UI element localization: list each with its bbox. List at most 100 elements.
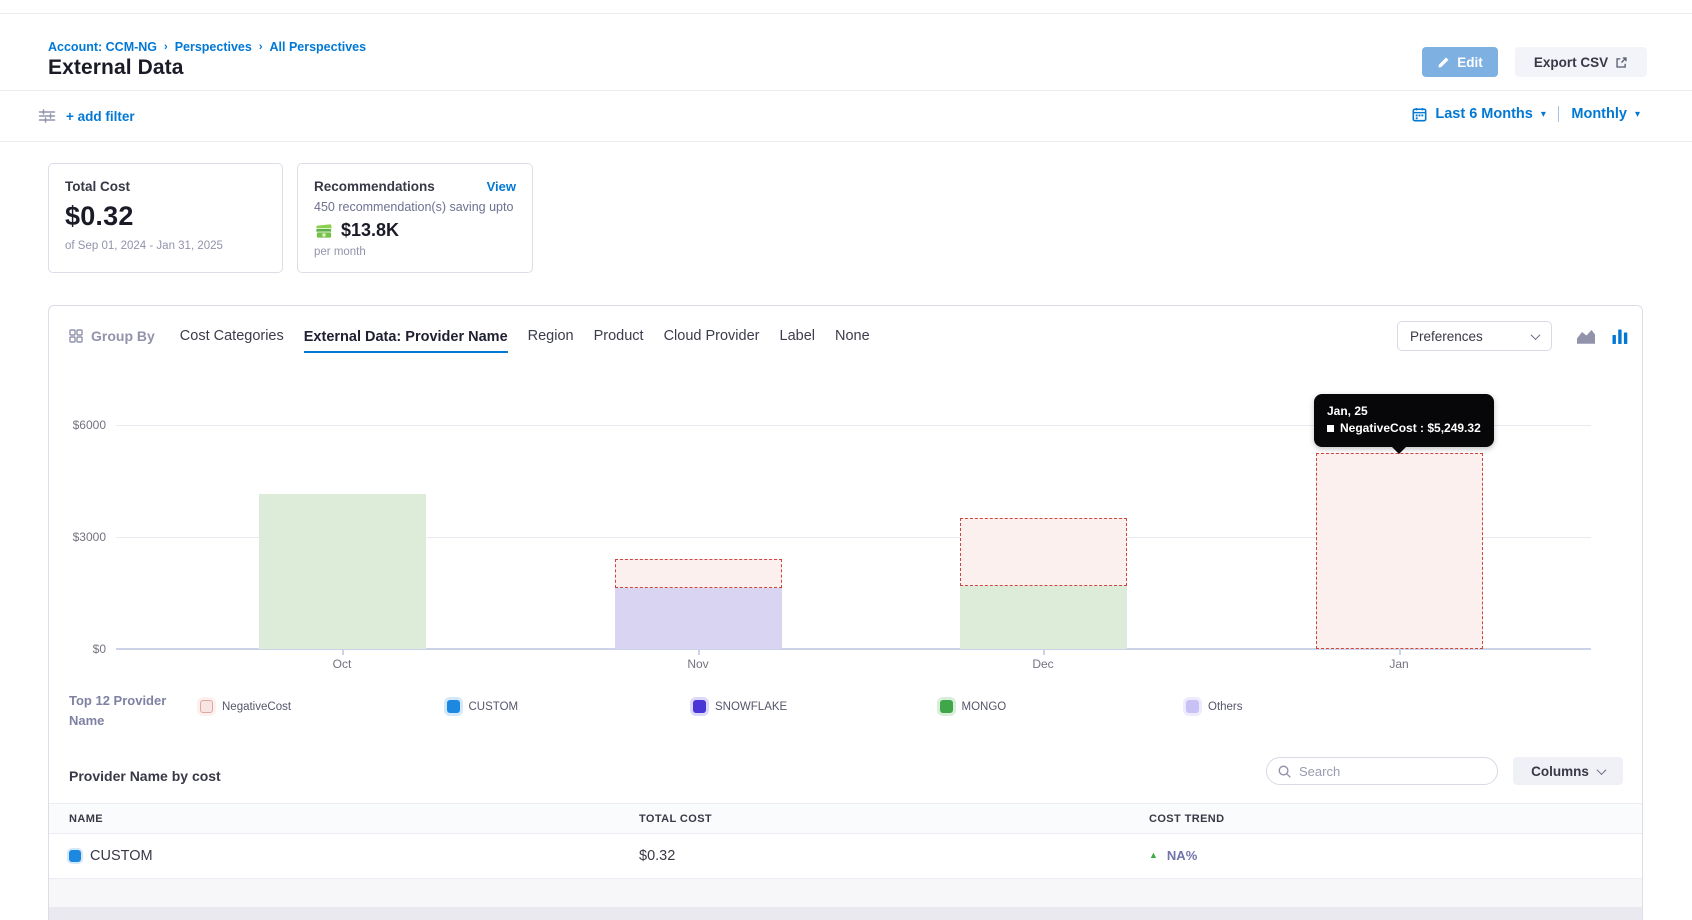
- x-axis-tick: [1399, 649, 1401, 655]
- series-swatch-snowflake: [693, 700, 706, 713]
- legend-item-others[interactable]: Others: [1186, 700, 1243, 713]
- bar-segment-mongo-dec[interactable]: [960, 586, 1127, 649]
- chart-tooltip: Jan, 25 NegativeCost : $5,249.32: [1314, 394, 1494, 447]
- search-input[interactable]: [1266, 757, 1498, 785]
- x-axis-label: Jan: [1359, 657, 1439, 671]
- time-range-dropdown[interactable]: Last 6 Months ▾: [1412, 106, 1546, 122]
- total-cost-label: Total Cost: [65, 179, 266, 194]
- columns-button[interactable]: Columns: [1513, 757, 1623, 785]
- group-by-label: Group By: [91, 328, 155, 344]
- recommendations-subtitle: 450 recommendation(s) saving upto: [314, 200, 516, 214]
- tooltip-title: Jan, 25: [1327, 403, 1481, 420]
- column-header-name[interactable]: NAME: [69, 813, 103, 825]
- group-by-icon: [69, 329, 83, 343]
- y-axis-label: $3000: [52, 530, 106, 544]
- chevron-down-icon: [1531, 330, 1541, 340]
- legend-title: Top 12 Provider Name: [69, 691, 181, 731]
- x-axis-tick: [698, 649, 700, 655]
- bar-oct: [259, 384, 426, 649]
- total-cost-value: $0.32: [65, 201, 266, 232]
- table-title: Provider Name by cost: [69, 768, 221, 784]
- y-axis-label: $6000: [52, 418, 106, 432]
- page-title: External Data: [48, 56, 184, 80]
- legend-label: SNOWFLAKE: [715, 701, 787, 713]
- perspective-page: Account: CCM-NG›Perspectives›All Perspec…: [0, 0, 1692, 920]
- group-by-row: Group By Cost Categories External Data: P…: [69, 318, 1628, 354]
- header-divider: [0, 90, 1692, 91]
- breadcrumb-item-account-ccm-ng[interactable]: Account: CCM-NG: [48, 40, 157, 54]
- table-header-row: NAME TOTAL COST COST TREND: [49, 803, 1642, 834]
- row-name-label: CUSTOM: [90, 848, 153, 864]
- bar-segment-negativecost-jan[interactable]: [1316, 453, 1483, 649]
- groupby-tab-external-data-provider-name[interactable]: External Data: Provider Name: [304, 320, 508, 353]
- table-bottom-strip: [49, 907, 1642, 920]
- y-axis-label: $0: [52, 642, 106, 656]
- columns-label: Columns: [1531, 764, 1589, 779]
- bar-segment-negativecost-nov[interactable]: [615, 559, 782, 588]
- top-divider: [0, 13, 1692, 14]
- area-chart-icon[interactable]: [1576, 329, 1596, 344]
- groupby-tab-label[interactable]: Label: [780, 319, 815, 353]
- preferences-dropdown[interactable]: Preferences: [1397, 321, 1552, 351]
- legend-item-negativecost[interactable]: NegativeCost: [200, 700, 291, 713]
- chevron-down-icon: ▾: [1541, 108, 1546, 120]
- bar-segment-others-nov[interactable]: [615, 588, 782, 649]
- edit-button[interactable]: Edit: [1422, 47, 1498, 77]
- pencil-icon: [1437, 56, 1450, 69]
- table-row[interactable]: CUSTOM $0.32 ▲NA%: [49, 834, 1642, 879]
- x-axis-tick: [1043, 649, 1045, 655]
- breadcrumb: Account: CCM-NG›Perspectives›All Perspec…: [48, 40, 366, 54]
- preferences-label: Preferences: [1410, 329, 1483, 344]
- breadcrumb-item-perspectives[interactable]: Perspectives: [175, 40, 252, 54]
- groupby-tab-none[interactable]: None: [835, 319, 870, 353]
- filter-settings-icon[interactable]: [38, 108, 56, 129]
- perspective-panel: Group By Cost Categories External Data: P…: [48, 305, 1643, 920]
- series-swatch-custom: [69, 850, 81, 862]
- group-by-tabs: Cost Categories External Data: Provider N…: [180, 319, 870, 353]
- table-search: [1266, 757, 1498, 785]
- series-swatch-negativecost: [200, 700, 213, 713]
- column-header-cost-trend[interactable]: COST TREND: [1149, 813, 1225, 825]
- groupby-tab-region[interactable]: Region: [528, 319, 574, 353]
- breadcrumb-item-all-perspectives[interactable]: All Perspectives: [270, 40, 367, 54]
- x-axis-label: Oct: [302, 657, 382, 671]
- legend-item-mongo[interactable]: MONGO: [940, 700, 1007, 713]
- granularity-dropdown[interactable]: Monthly ▾: [1571, 106, 1640, 122]
- cell-cost-trend: ▲NA%: [1149, 848, 1197, 863]
- bar-segment-mongo-oct[interactable]: [259, 494, 426, 649]
- recommendations-amount: $13.8K: [341, 220, 399, 241]
- money-icon: [314, 223, 334, 239]
- series-swatch-others: [1186, 700, 1199, 713]
- granularity-value: Monthly: [1571, 106, 1627, 122]
- search-icon: [1277, 764, 1292, 779]
- x-axis-tick: [342, 649, 344, 655]
- breadcrumb-separator: ›: [259, 41, 263, 53]
- bar-segment-negativecost-dec[interactable]: [960, 518, 1127, 586]
- trend-up-icon: ▲: [1149, 851, 1158, 860]
- legend-label: CUSTOM: [469, 701, 519, 713]
- legend-item-snowflake[interactable]: SNOWFLAKE: [693, 700, 787, 713]
- bar-chart-icon[interactable]: [1612, 329, 1628, 344]
- column-header-total-cost[interactable]: TOTAL COST: [639, 813, 712, 825]
- time-range-value: Last 6 Months: [1435, 106, 1532, 122]
- legend-label: NegativeCost: [222, 701, 291, 713]
- legend-label: Others: [1208, 701, 1243, 713]
- groupby-tab-cloud-provider[interactable]: Cloud Provider: [664, 319, 760, 353]
- calendar-icon: [1412, 107, 1427, 122]
- add-filter-button[interactable]: + add filter: [66, 109, 135, 124]
- vertical-separator: [1558, 106, 1560, 122]
- view-recommendations-link[interactable]: View: [487, 179, 516, 194]
- legend-item-custom[interactable]: CUSTOM: [447, 700, 519, 713]
- groupby-tab-product[interactable]: Product: [594, 319, 644, 353]
- bar-nov: [615, 384, 782, 649]
- legend-label: MONGO: [962, 701, 1007, 713]
- recommendations-per-month: per month: [314, 246, 516, 258]
- chevron-down-icon: ▾: [1635, 108, 1640, 120]
- filter-divider: [0, 141, 1692, 142]
- x-axis-label: Nov: [658, 657, 738, 671]
- total-cost-period: of Sep 01, 2024 - Jan 31, 2025: [65, 240, 266, 252]
- groupby-tab-cost-categories[interactable]: Cost Categories: [180, 319, 284, 353]
- cell-total-cost: $0.32: [639, 848, 675, 864]
- export-csv-button[interactable]: Export CSV: [1515, 47, 1647, 77]
- cell-name: CUSTOM: [69, 848, 153, 864]
